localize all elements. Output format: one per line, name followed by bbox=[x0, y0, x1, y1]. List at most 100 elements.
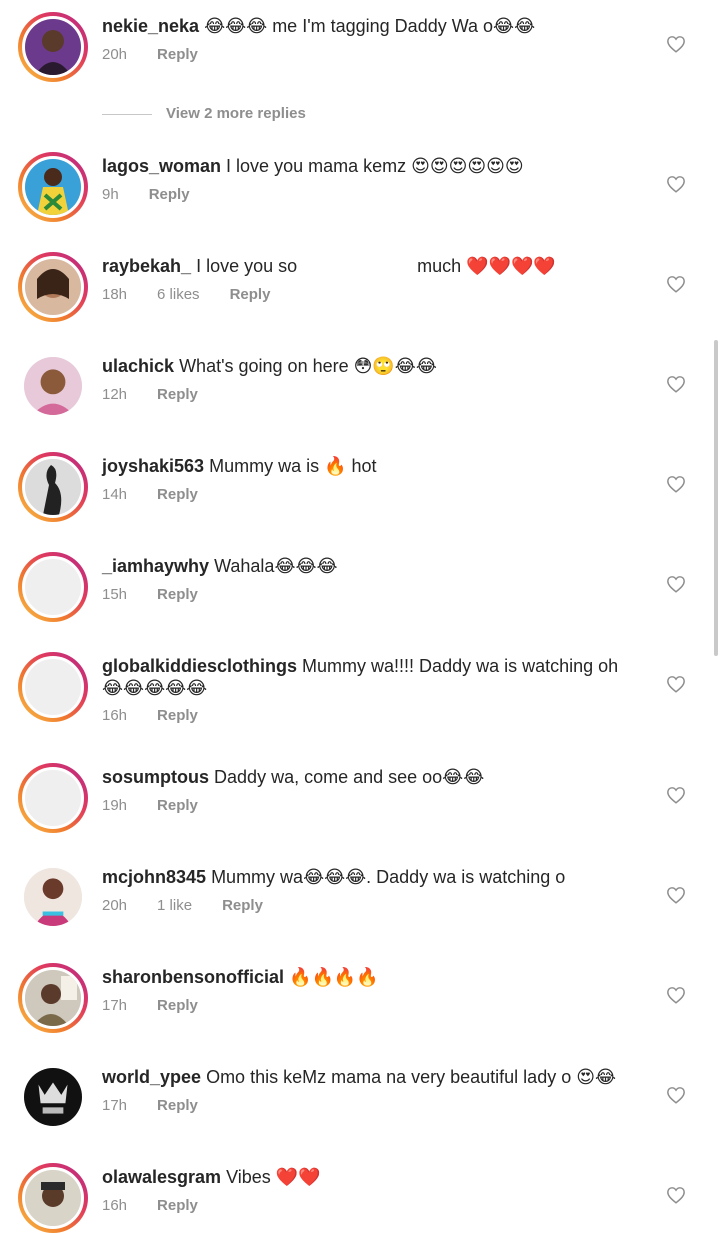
comment-text-line: globalkiddiesclothings Mummy wa!!!! Dadd… bbox=[102, 655, 642, 699]
username[interactable]: raybekah_ bbox=[102, 256, 191, 276]
avatar[interactable] bbox=[18, 452, 88, 522]
timestamp: 17h bbox=[102, 997, 128, 1014]
comment-meta: 17h Reply bbox=[102, 997, 228, 1015]
avatar[interactable] bbox=[18, 12, 88, 82]
username[interactable]: ulachick bbox=[102, 356, 174, 376]
like-heart-icon[interactable] bbox=[666, 1086, 686, 1104]
reply-button[interactable]: Reply bbox=[157, 797, 198, 815]
avatar-placeholder bbox=[22, 767, 84, 829]
avatar[interactable] bbox=[18, 1163, 88, 1233]
like-heart-icon[interactable] bbox=[666, 575, 686, 593]
like-count[interactable]: 1 like bbox=[157, 897, 192, 915]
username[interactable]: sosumptous bbox=[102, 767, 209, 787]
comment-text-line: _iamhaywhy Wahala😂😂😂 bbox=[102, 555, 642, 577]
comment-meta: 14h Reply bbox=[102, 486, 228, 504]
avatar[interactable] bbox=[18, 652, 88, 722]
comment-text: What's going on here 😳🙄😂😂 bbox=[179, 356, 437, 376]
comment-text-line: raybekah_ I love you so much ❤️❤️❤️❤️ bbox=[102, 255, 642, 277]
comment-meta: 20h 1 like Reply bbox=[102, 897, 293, 915]
username[interactable]: sharonbensonofficial bbox=[102, 967, 284, 987]
avatar[interactable] bbox=[18, 152, 88, 222]
comment-meta: 16h Reply bbox=[102, 707, 228, 725]
reply-button[interactable]: Reply bbox=[157, 997, 198, 1015]
timestamp: 17h bbox=[102, 1097, 128, 1114]
reply-button[interactable]: Reply bbox=[157, 486, 198, 504]
reply-button[interactable]: Reply bbox=[222, 897, 263, 915]
username[interactable]: olawalesgram bbox=[102, 1167, 221, 1187]
username[interactable]: nekie_neka bbox=[102, 16, 199, 36]
avatar-photo bbox=[24, 357, 82, 415]
reply-button[interactable]: Reply bbox=[157, 1097, 198, 1115]
reply-button[interactable]: Reply bbox=[157, 707, 198, 725]
comment-text-line: olawalesgram Vibes ❤️❤️ bbox=[102, 1166, 642, 1188]
username[interactable]: joyshaki563 bbox=[102, 456, 204, 476]
comment-text: I love you so bbox=[196, 256, 298, 276]
like-heart-icon[interactable] bbox=[666, 275, 686, 293]
comment-meta: 19h Reply bbox=[102, 797, 228, 815]
divider-line bbox=[102, 114, 152, 115]
comment-text-line: sharonbensonofficial 🔥🔥🔥🔥 bbox=[102, 966, 642, 988]
avatar[interactable] bbox=[24, 1068, 82, 1126]
comment-meta: 12h Reply bbox=[102, 386, 228, 404]
reply-button[interactable]: Reply bbox=[157, 1197, 198, 1215]
avatar-photo bbox=[22, 16, 84, 78]
avatar-logo bbox=[24, 1068, 82, 1126]
avatar-placeholder bbox=[22, 556, 84, 618]
comment-text-line: ulachick What's going on here 😳🙄😂😂 bbox=[102, 355, 642, 377]
username[interactable]: _iamhaywhy bbox=[102, 556, 209, 576]
comment-text-line: nekie_neka 😂😂😂 me I'm tagging Daddy Wa o… bbox=[102, 15, 642, 37]
timestamp: 18h bbox=[102, 286, 128, 303]
comment-meta: 15h Reply bbox=[102, 586, 228, 604]
comment-meta: 17h Reply bbox=[102, 1097, 228, 1115]
view-more-replies-label[interactable]: View 2 more replies bbox=[166, 105, 306, 122]
comment-text-line: joyshaki563 Mummy wa is 🔥 hot bbox=[102, 455, 642, 477]
avatar[interactable] bbox=[24, 357, 82, 415]
comment-meta: 18h 6 likes Reply bbox=[102, 286, 300, 304]
comment-meta: 9h Reply bbox=[102, 186, 220, 204]
reply-button[interactable]: Reply bbox=[230, 286, 271, 304]
reply-button[interactable]: Reply bbox=[157, 586, 198, 604]
timestamp: 15h bbox=[102, 586, 128, 603]
like-heart-icon[interactable] bbox=[666, 375, 686, 393]
comment-text-line: world_ypee Omo this keMz mama na very be… bbox=[102, 1066, 642, 1088]
like-heart-icon[interactable] bbox=[666, 1186, 686, 1204]
avatar[interactable] bbox=[18, 252, 88, 322]
username[interactable]: globalkiddiesclothings bbox=[102, 656, 297, 676]
avatar[interactable] bbox=[18, 963, 88, 1033]
like-heart-icon[interactable] bbox=[666, 986, 686, 1004]
comment-text-line: mcjohn8345 Mummy wa😂😂😂. Daddy wa is watc… bbox=[102, 866, 642, 888]
comment-text: I love you mama kemz 😍😍😍😍😍😍 bbox=[226, 156, 524, 176]
comments-list: nekie_neka 😂😂😂 me I'm tagging Daddy Wa o… bbox=[0, 0, 720, 1233]
like-heart-icon[interactable] bbox=[666, 475, 686, 493]
like-heart-icon[interactable] bbox=[666, 675, 686, 693]
avatar-placeholder bbox=[22, 656, 84, 718]
comment-text: Omo this keMz mama na very beautiful lad… bbox=[206, 1067, 617, 1087]
timestamp: 16h bbox=[102, 1197, 128, 1214]
reply-button[interactable]: Reply bbox=[157, 46, 198, 64]
reply-button[interactable]: Reply bbox=[157, 386, 198, 404]
avatar[interactable] bbox=[18, 552, 88, 622]
like-heart-icon[interactable] bbox=[666, 175, 686, 193]
timestamp: 9h bbox=[102, 186, 119, 203]
comment-text-line: lagos_woman I love you mama kemz 😍😍😍😍😍😍 bbox=[102, 155, 642, 177]
username[interactable]: lagos_woman bbox=[102, 156, 221, 176]
comment-meta: 16h Reply bbox=[102, 1197, 228, 1215]
avatar-photo bbox=[22, 256, 84, 318]
like-heart-icon[interactable] bbox=[666, 786, 686, 804]
username[interactable]: world_ypee bbox=[102, 1067, 201, 1087]
username[interactable]: mcjohn8345 bbox=[102, 867, 206, 887]
avatar-photo bbox=[22, 456, 84, 518]
like-heart-icon[interactable] bbox=[666, 35, 686, 53]
avatar[interactable] bbox=[24, 868, 82, 926]
like-heart-icon[interactable] bbox=[666, 886, 686, 904]
timestamp: 14h bbox=[102, 486, 128, 503]
scrollbar[interactable] bbox=[714, 340, 718, 656]
avatar[interactable] bbox=[18, 763, 88, 833]
reply-button[interactable]: Reply bbox=[149, 186, 190, 204]
timestamp: 20h bbox=[102, 46, 128, 63]
comment-text: Mummy wa😂😂😂. Daddy wa is watching o bbox=[211, 867, 566, 887]
avatar-photo bbox=[22, 967, 84, 1029]
comment-text: Wahala😂😂😂 bbox=[214, 556, 338, 576]
timestamp: 20h bbox=[102, 897, 128, 914]
like-count[interactable]: 6 likes bbox=[157, 286, 200, 304]
